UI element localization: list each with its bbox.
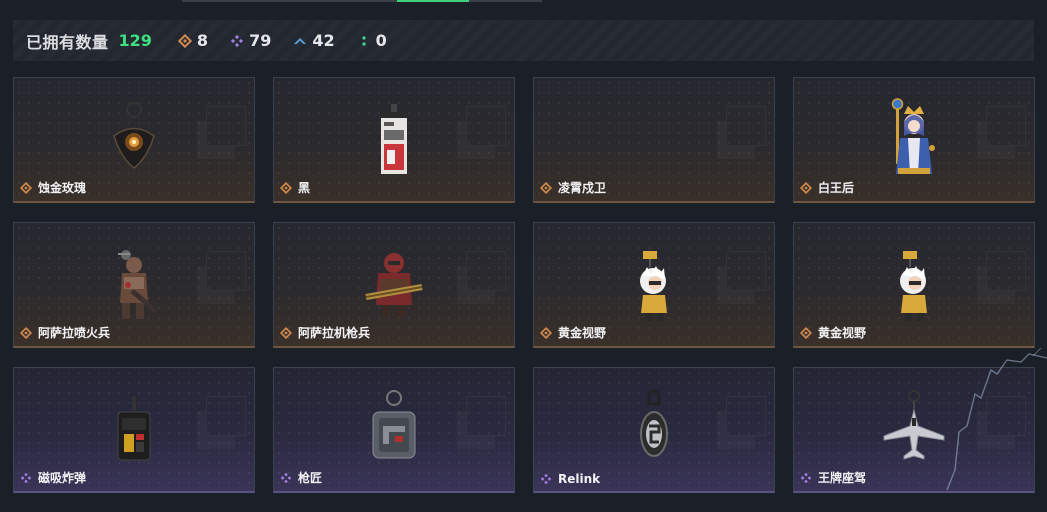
fighter-jet-charm-icon — [883, 390, 945, 460]
purple-rarity-icon — [540, 473, 552, 485]
item-card[interactable]: 阿萨拉机枪兵 — [273, 222, 515, 348]
item-name: 王牌座驾 — [818, 471, 867, 485]
item-name: 凌霄戍卫 — [558, 181, 607, 195]
gold-rarity-icon — [800, 326, 812, 339]
item-name: 阿萨拉机枪兵 — [298, 326, 371, 340]
purple-count-stat: 79 — [230, 31, 271, 50]
owned-count: 129 — [118, 31, 152, 50]
owned-label: 已拥有数量 — [26, 32, 109, 52]
green-count-stat: 0 — [357, 31, 387, 50]
item-card[interactable]: 凌霄戍卫 — [533, 77, 775, 203]
item-name: 白王后 — [818, 181, 855, 195]
active-tab-underline — [397, 0, 469, 2]
gold-rarity-icon — [280, 326, 292, 339]
item-card[interactable]: 蚀金玫瑰 — [13, 77, 255, 203]
item-card[interactable]: 黄金视野 — [533, 222, 775, 348]
tab-strip — [182, 0, 542, 2]
item-card[interactable]: 王牌座驾 — [793, 367, 1035, 493]
gold-rarity-icon — [20, 181, 32, 194]
queen-figure-charm-icon — [891, 98, 935, 174]
gold-rarity-icon — [540, 326, 552, 339]
gold-rarity-icon — [20, 326, 32, 339]
item-card[interactable]: 枪匠 — [273, 367, 515, 493]
item-name: 黄金视野 — [558, 326, 607, 340]
purple-rarity-icon — [800, 472, 812, 483]
charm-collection-grid: 蚀金玫瑰 黑 凌霄戍卫 白王后 阿萨拉喷火兵 阿萨拉机枪兵 黄金视野 黄金视野 … — [13, 77, 1035, 493]
gunsmith-dogtag-charm-icon — [372, 390, 416, 459]
item-name: 阿萨拉喷火兵 — [38, 326, 111, 340]
gold-rarity-icon — [540, 181, 552, 194]
item-name: Relink — [558, 472, 601, 486]
purple-rarity-icon — [20, 472, 32, 483]
purple-rarity-icon — [280, 472, 292, 483]
green-rarity-icon — [361, 35, 366, 46]
gold-count: 8 — [196, 31, 209, 50]
gold-rarity-icon — [800, 181, 812, 194]
gold-count-stat: 8 — [177, 31, 209, 50]
item-card[interactable]: 黑 — [273, 77, 515, 203]
blue-count: 42 — [312, 31, 335, 50]
relink-pendant-charm-icon — [640, 389, 668, 457]
item-card[interactable]: 白王后 — [793, 77, 1035, 203]
item-card[interactable]: 阿萨拉喷火兵 — [13, 222, 255, 348]
collection-stats-bar: 已拥有数量 129 8 79 42 0 — [13, 20, 1034, 61]
magnetic-bomb-charm-icon — [117, 396, 151, 461]
item-name: 蚀金玫瑰 — [38, 181, 87, 195]
blue-rarity-icon — [294, 37, 307, 44]
purple-rarity-icon — [230, 34, 244, 47]
item-name: 枪匠 — [298, 471, 323, 485]
item-card[interactable]: 黄金视野 — [793, 222, 1035, 348]
golden-view-figure-charm-icon — [900, 251, 927, 321]
item-name: 磁吸炸弹 — [38, 471, 87, 485]
item-name: 黄金视野 — [818, 326, 867, 340]
golden-view-figure-charm-icon — [640, 251, 667, 321]
card-charm-icon — [381, 104, 407, 174]
blue-count-stat: 42 — [293, 31, 335, 50]
gold-rarity-icon — [177, 33, 192, 48]
item-card[interactable]: Relink — [533, 367, 775, 493]
machine-gunner-charm-icon — [365, 253, 423, 317]
gold-rarity-icon — [280, 181, 292, 194]
purple-count: 79 — [249, 31, 272, 50]
item-name: 黑 — [298, 181, 311, 195]
item-card[interactable]: 磁吸炸弹 — [13, 367, 255, 493]
rose-pendant-charm-icon — [113, 102, 155, 169]
green-count: 0 — [375, 31, 387, 50]
flamethrower-soldier-charm-icon — [118, 250, 158, 319]
